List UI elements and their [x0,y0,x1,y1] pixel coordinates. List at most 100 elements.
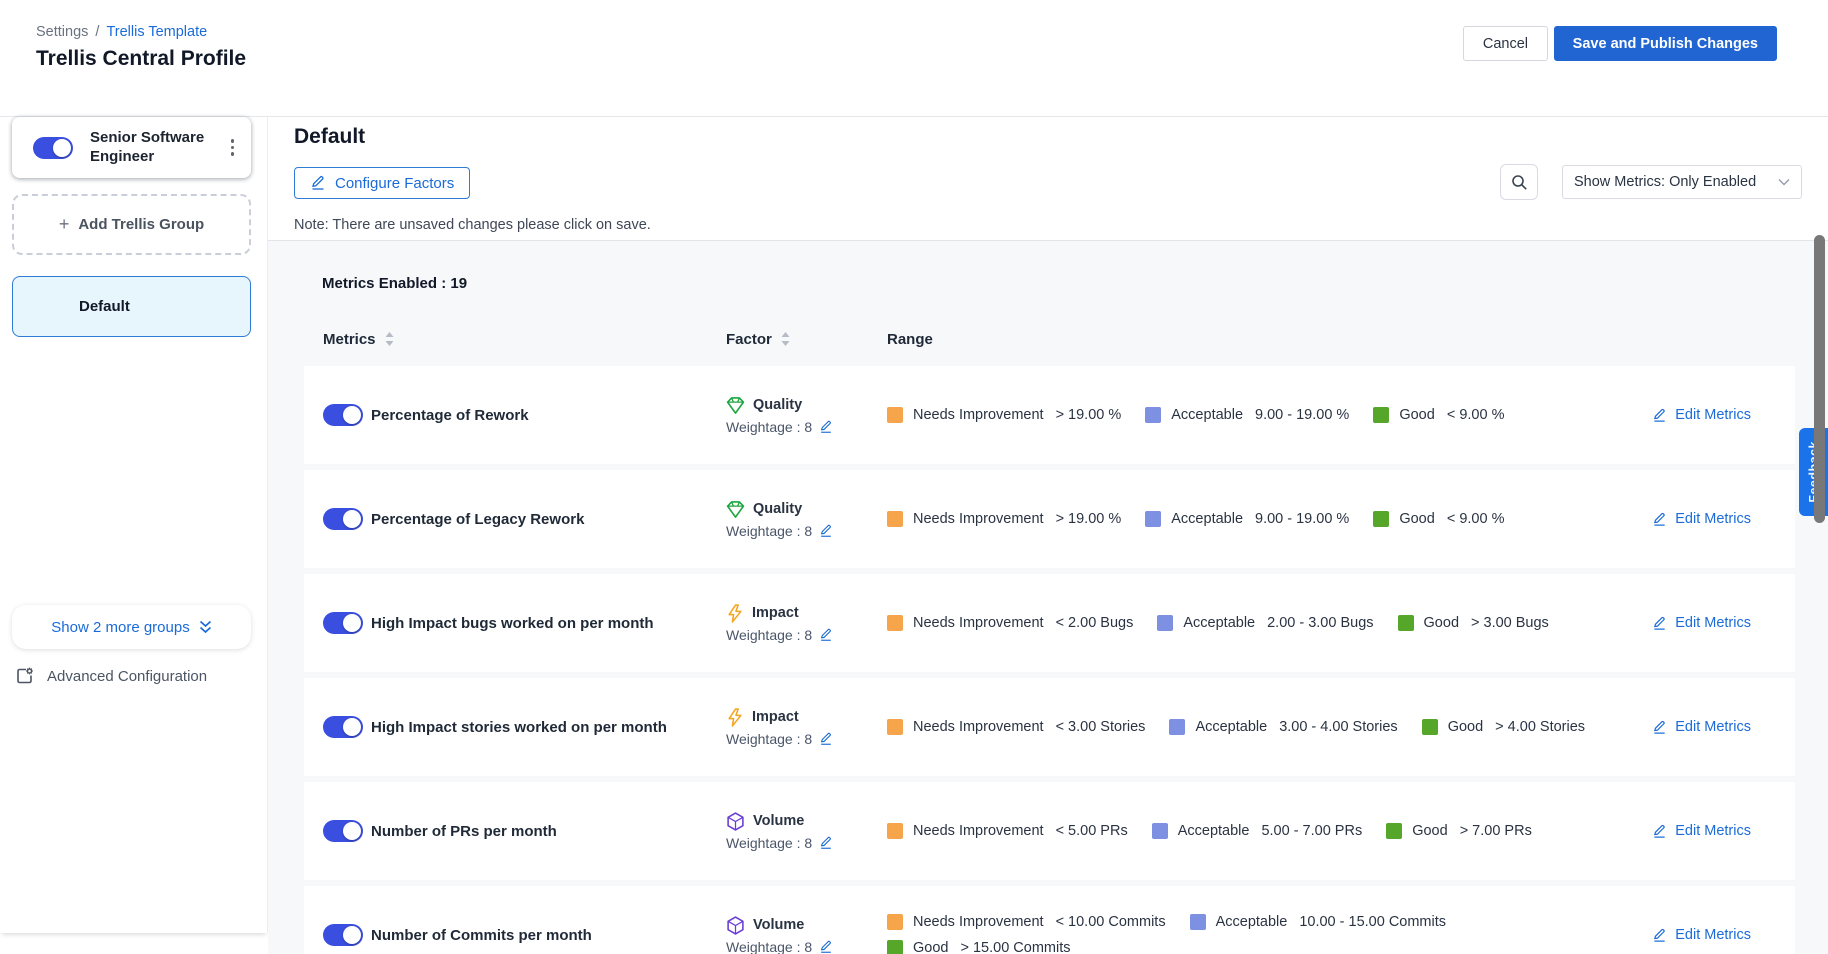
edit-weightage-icon[interactable] [819,524,833,538]
column-header-range: Range [887,331,1627,348]
range-color-swatch [887,914,903,930]
edit-metrics-button[interactable]: Edit Metrics [1652,823,1751,839]
breadcrumb-trellis-template[interactable]: Trellis Template [106,24,207,40]
range-chip: Acceptable 9.00 - 19.00 % [1145,511,1349,527]
metric-enabled-toggle[interactable] [323,612,363,634]
range-label: Acceptable [1171,511,1243,527]
metric-enabled-toggle[interactable] [323,508,363,530]
range-label: Good [1448,719,1483,735]
range-color-swatch [887,940,903,954]
metric-enabled-toggle[interactable] [323,820,363,842]
sidebar-item-default[interactable]: Default [12,276,251,337]
sidebar-group-card[interactable]: Senior Software Engineer [12,117,251,178]
range-color-swatch [1398,615,1414,631]
range-value: < 2.00 Bugs [1056,615,1134,631]
factor-icon [726,812,745,831]
range-value: < 10.00 Commits [1056,914,1166,930]
edit-metrics-button[interactable]: Edit Metrics [1652,719,1751,735]
factor-name: Impact [752,709,799,725]
range-cell: Needs Improvement < 5.00 PRs Acceptable … [887,823,1627,839]
edit-weightage-icon[interactable] [819,732,833,746]
factor-cell: Quality Weightage : 8 [726,500,887,539]
range-chip: Acceptable 2.00 - 3.00 Bugs [1157,615,1373,631]
edit-weightage-icon[interactable] [819,940,833,954]
kebab-menu-icon[interactable] [227,135,239,160]
range-value: > 19.00 % [1056,511,1122,527]
factor-icon [726,500,745,519]
factor-name: Quality [753,397,802,413]
group-name: Senior Software Engineer [90,129,212,166]
range-color-swatch [887,823,903,839]
range-chip: Needs Improvement < 2.00 Bugs [887,615,1133,631]
weightage-label: Weightage : 8 [726,835,812,851]
breadcrumb-settings[interactable]: Settings [36,24,88,40]
trellis-central-profile-page: Settings / Trellis Template Trellis Cent… [0,0,1828,954]
range-color-swatch [1190,914,1206,930]
range-chip: Needs Improvement < 10.00 Commits [887,914,1166,930]
range-label: Good [1424,615,1459,631]
metric-row: High Impact bugs worked on per month Imp… [304,574,1795,672]
search-button[interactable] [1500,164,1538,200]
edit-metrics-label: Edit Metrics [1675,927,1751,943]
edit-metrics-button[interactable]: Edit Metrics [1652,511,1751,527]
edit-weightage-icon[interactable] [819,628,833,642]
edit-weightage-icon[interactable] [819,420,833,434]
range-color-swatch [1422,719,1438,735]
show-more-groups-button[interactable]: Show 2 more groups [12,605,251,649]
range-label: Needs Improvement [913,511,1044,527]
vertical-scrollbar-thumb[interactable] [1814,235,1825,523]
range-value: > 15.00 Commits [960,940,1070,954]
metrics-table-panel: Metrics Enabled : 19 Metrics Factor Rang… [268,240,1828,954]
group-enabled-toggle[interactable] [33,137,73,159]
configure-factors-label: Configure Factors [335,175,454,192]
factor-name: Volume [753,813,804,829]
weightage-label: Weightage : 8 [726,939,812,954]
range-chip: Good < 9.00 % [1373,407,1504,423]
column-header-factor: Factor [726,331,772,348]
unsaved-changes-note: Note: There are unsaved changes please c… [294,217,651,233]
sort-icon-metrics[interactable] [385,332,394,346]
metric-row: Number of PRs per month Vo [304,782,1795,880]
edit-metrics-button[interactable]: Edit Metrics [1652,615,1751,631]
breadcrumb-separator: / [95,24,99,40]
weightage-label: Weightage : 8 [726,419,812,435]
metrics-enabled-count: Metrics Enabled : 19 [322,275,467,292]
range-chip: Good > 4.00 Stories [1422,719,1585,735]
cancel-button[interactable]: Cancel [1463,26,1548,61]
sort-icon-factor[interactable] [781,332,790,346]
range-label: Acceptable [1216,914,1288,930]
metrics-table-body: Percentage of Rework Quali [304,366,1795,954]
range-color-swatch [1373,407,1389,423]
group-title: Default [294,125,365,149]
factor-name: Volume [753,917,804,933]
advanced-configuration-button[interactable]: Advanced Configuration [15,666,207,686]
range-chip: Needs Improvement < 3.00 Stories [887,719,1145,735]
edit-pencil-icon [1652,928,1667,943]
edit-metrics-label: Edit Metrics [1675,511,1751,527]
configure-factors-button[interactable]: Configure Factors [294,167,470,199]
add-trellis-group-button[interactable]: + Add Trellis Group [12,194,251,255]
metric-row: Percentage of Legacy Rework [304,470,1795,568]
range-color-swatch [887,407,903,423]
range-color-swatch [1169,719,1185,735]
factor-cell: Volume Weightage : 8 [726,812,887,851]
save-and-publish-button[interactable]: Save and Publish Changes [1554,26,1777,61]
range-color-swatch [887,511,903,527]
default-group-label: Default [79,298,130,315]
metric-name: Number of Commits per month [371,927,726,944]
metric-enabled-toggle[interactable] [323,404,363,426]
plus-icon: + [59,214,70,235]
sidebar: A Configure Trellis Groups + Add Trellis… [0,117,268,933]
range-chip: Needs Improvement > 19.00 % [887,511,1121,527]
edit-metrics-button[interactable]: Edit Metrics [1652,407,1751,423]
metric-name: Number of PRs per month [371,823,726,840]
metric-enabled-toggle[interactable] [323,924,363,946]
range-chip: Good > 7.00 PRs [1386,823,1532,839]
show-metrics-filter-select[interactable]: Show Metrics: Only Enabled [1562,165,1802,199]
edit-metrics-button[interactable]: Edit Metrics [1652,927,1751,943]
range-label: Good [1399,511,1434,527]
edit-weightage-icon[interactable] [819,836,833,850]
range-chip: Needs Improvement < 5.00 PRs [887,823,1128,839]
metric-enabled-toggle[interactable] [323,716,363,738]
factor-cell: Impact Weightage : 8 [726,708,887,747]
